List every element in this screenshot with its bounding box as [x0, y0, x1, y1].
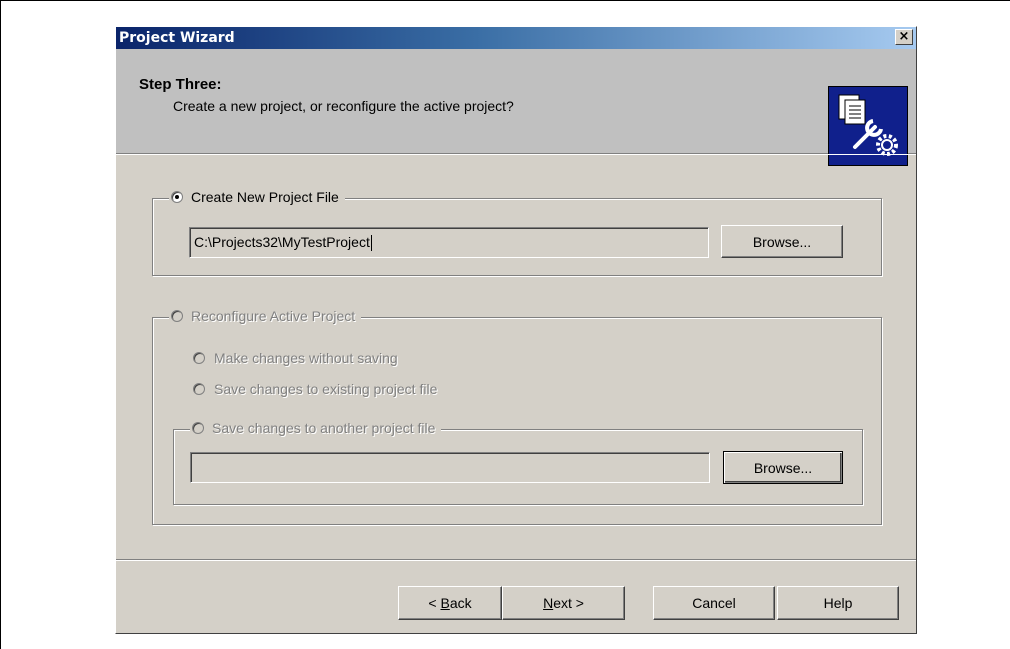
- back-accelerator: B: [440, 595, 450, 611]
- save-another-file-group: Save changes to another project file Bro…: [173, 420, 863, 505]
- browse-another-button-label: Browse...: [753, 459, 813, 476]
- next-accelerator: N: [543, 595, 554, 611]
- option-save-to-existing-file[interactable]: Save changes to existing project file: [193, 381, 437, 397]
- next-button-label: Next >: [543, 595, 584, 611]
- reconfigure-project-label: Reconfigure Active Project: [191, 308, 356, 324]
- create-project-legend[interactable]: Create New Project File: [169, 189, 345, 205]
- back-button[interactable]: < Back: [398, 586, 502, 620]
- footer-divider-highlight: [116, 560, 916, 561]
- reconfigure-project-group: Reconfigure Active Project Make changes …: [152, 308, 882, 525]
- back-prefix: <: [428, 595, 441, 611]
- help-button[interactable]: Help: [777, 586, 899, 620]
- title-bar[interactable]: Project Wizard ×: [116, 27, 916, 49]
- browse-button[interactable]: Browse...: [721, 225, 843, 258]
- header-divider: [116, 154, 916, 155]
- next-button[interactable]: Next >: [502, 586, 625, 620]
- step-description: Create a new project, or reconfigure the…: [173, 98, 514, 114]
- option-make-changes-without-saving[interactable]: Make changes without saving: [193, 350, 398, 366]
- reconfigure-project-legend[interactable]: Reconfigure Active Project: [169, 308, 362, 324]
- text-caret: [370, 235, 372, 252]
- create-project-group: Create New Project File C:\Projects32\My…: [152, 189, 882, 276]
- step-title: Step Three:: [139, 76, 222, 93]
- cancel-button[interactable]: Cancel: [653, 586, 775, 620]
- back-button-label: < Back: [428, 595, 471, 611]
- browse-another-button[interactable]: Browse...: [723, 451, 843, 484]
- project-path-input[interactable]: C:\Projects32\MyTestProject: [189, 227, 709, 258]
- project-wizard-dialog: Project Wizard × Step Three: Create a ne…: [115, 26, 917, 634]
- make-changes-label: Make changes without saving: [214, 350, 398, 366]
- back-rest: ack: [449, 595, 472, 611]
- page-frame-left: [0, 0, 1, 649]
- create-project-radio[interactable]: [171, 191, 183, 203]
- wizard-header: Step Three: Create a new project, or rec…: [116, 49, 916, 166]
- save-existing-radio[interactable]: [193, 383, 205, 395]
- create-project-label: Create New Project File: [191, 189, 339, 205]
- help-button-label: Help: [823, 595, 853, 611]
- another-file-path-input[interactable]: [190, 452, 710, 483]
- save-another-radio[interactable]: [192, 422, 204, 434]
- close-button[interactable]: ×: [895, 29, 913, 45]
- cancel-button-label: Cancel: [692, 595, 736, 611]
- close-icon: ×: [898, 29, 910, 44]
- reconfigure-project-radio[interactable]: [171, 310, 183, 322]
- save-existing-label: Save changes to existing project file: [214, 381, 438, 397]
- save-another-label: Save changes to another project file: [212, 420, 436, 436]
- save-another-file-legend[interactable]: Save changes to another project file: [190, 420, 442, 436]
- window-title: Project Wizard: [119, 30, 235, 46]
- page-frame-top: [0, 0, 1010, 1]
- project-path-value: C:\Projects32\MyTestProject: [194, 234, 370, 250]
- make-changes-radio[interactable]: [193, 352, 205, 364]
- browse-button-label: Browse...: [752, 233, 812, 250]
- next-rest: ext >: [553, 595, 584, 611]
